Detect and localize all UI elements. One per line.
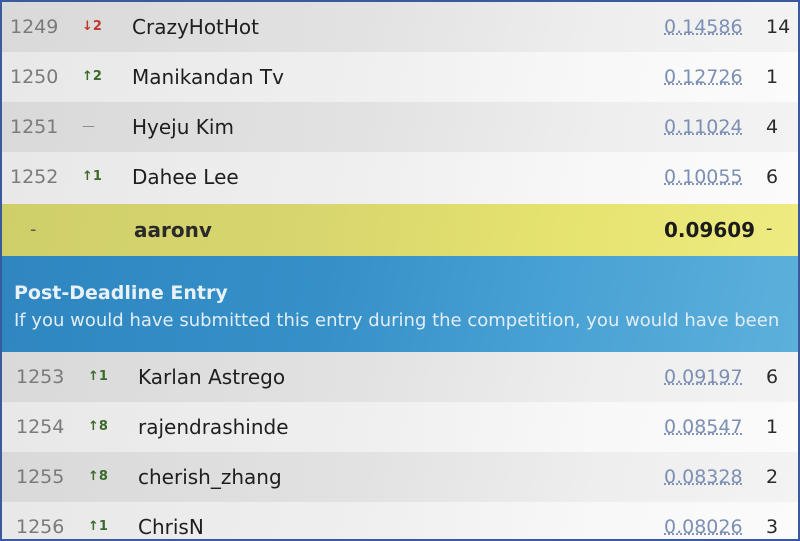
- table-row: 1255 ↑8 cherish_zhang 0.08328 2: [2, 452, 798, 502]
- entries-count: 1: [766, 66, 779, 88]
- rank-cell: 1252: [10, 166, 59, 188]
- table-row: 1251 — Hyeju Kim 0.11024 4: [2, 102, 798, 152]
- rank-cell: 1253: [16, 366, 65, 388]
- rank-change-up-indicator: ↑1: [88, 519, 108, 534]
- rank-cell: 1255: [16, 466, 65, 488]
- rank-cell: -: [30, 219, 37, 240]
- user-entry-row: - aaronv 0.09609 -: [2, 204, 798, 256]
- team-name[interactable]: ChrisN: [138, 515, 204, 539]
- team-name[interactable]: Dahee Lee: [132, 165, 239, 189]
- table-row: 1250 ↑2 Manikandan Tv 0.12726 1: [2, 52, 798, 102]
- table-row: 1253 ↑1 Karlan Astrego 0.09197 6: [2, 352, 798, 402]
- rank-change-up-indicator: ↑8: [88, 469, 108, 484]
- table-row: 1249 ↓2 CrazyHotHot 0.14586 14: [2, 2, 798, 52]
- score-link[interactable]: 0.08026: [664, 516, 743, 538]
- table-row: 1254 ↑8 rajendrashinde 0.08547 1: [2, 402, 798, 452]
- banner-text: If you would have submitted this entry d…: [14, 310, 780, 331]
- table-row: 1256 ↑1 ChrisN 0.08026 3: [2, 502, 798, 539]
- rank-cell: 1249: [10, 16, 59, 38]
- score-link[interactable]: 0.14586: [664, 16, 743, 38]
- entries-count: 4: [766, 116, 779, 138]
- team-name[interactable]: aaronv: [134, 218, 212, 242]
- rank-change-up-indicator: ↑1: [88, 369, 108, 384]
- score-link[interactable]: 0.08547: [664, 416, 743, 438]
- score-value: 0.09609: [664, 218, 756, 242]
- rank-change-up-indicator: ↑2: [82, 69, 102, 84]
- rank-change-down-indicator: ↓2: [82, 19, 102, 34]
- entries-count: -: [766, 218, 773, 239]
- score-link[interactable]: 0.09197: [664, 366, 743, 388]
- entries-count: 3: [766, 516, 779, 538]
- team-name[interactable]: Hyeju Kim: [132, 115, 234, 139]
- entries-count: 6: [766, 366, 779, 388]
- rank-cell: 1250: [10, 66, 59, 88]
- rank-change-none-indicator: —: [82, 119, 95, 134]
- rank-change-up-indicator: ↑8: [88, 419, 108, 434]
- rank-cell: 1254: [16, 416, 65, 438]
- post-deadline-banner: Post-Deadline Entry If you would have su…: [2, 256, 798, 352]
- banner-title: Post-Deadline Entry: [14, 282, 228, 304]
- score-link[interactable]: 0.10055: [664, 166, 743, 188]
- entries-count: 2: [766, 466, 779, 488]
- rank-cell: 1256: [16, 516, 65, 538]
- entries-count: 1: [766, 416, 779, 438]
- team-name[interactable]: CrazyHotHot: [132, 15, 259, 39]
- rank-cell: 1251: [10, 116, 59, 138]
- team-name[interactable]: Manikandan Tv: [132, 65, 284, 89]
- entries-count: 14: [766, 16, 791, 38]
- score-link[interactable]: 0.08328: [664, 466, 743, 488]
- rank-change-up-indicator: ↑1: [82, 169, 102, 184]
- entries-count: 6: [766, 166, 779, 188]
- score-link[interactable]: 0.11024: [664, 116, 743, 138]
- score-link[interactable]: 0.12726: [664, 66, 743, 88]
- leaderboard-panel: 1249 ↓2 CrazyHotHot 0.14586 14 1250 ↑2 M…: [2, 2, 798, 539]
- team-name[interactable]: rajendrashinde: [138, 415, 289, 439]
- team-name[interactable]: cherish_zhang: [138, 465, 282, 489]
- table-row: 1252 ↑1 Dahee Lee 0.10055 6: [2, 152, 798, 204]
- team-name[interactable]: Karlan Astrego: [138, 365, 285, 389]
